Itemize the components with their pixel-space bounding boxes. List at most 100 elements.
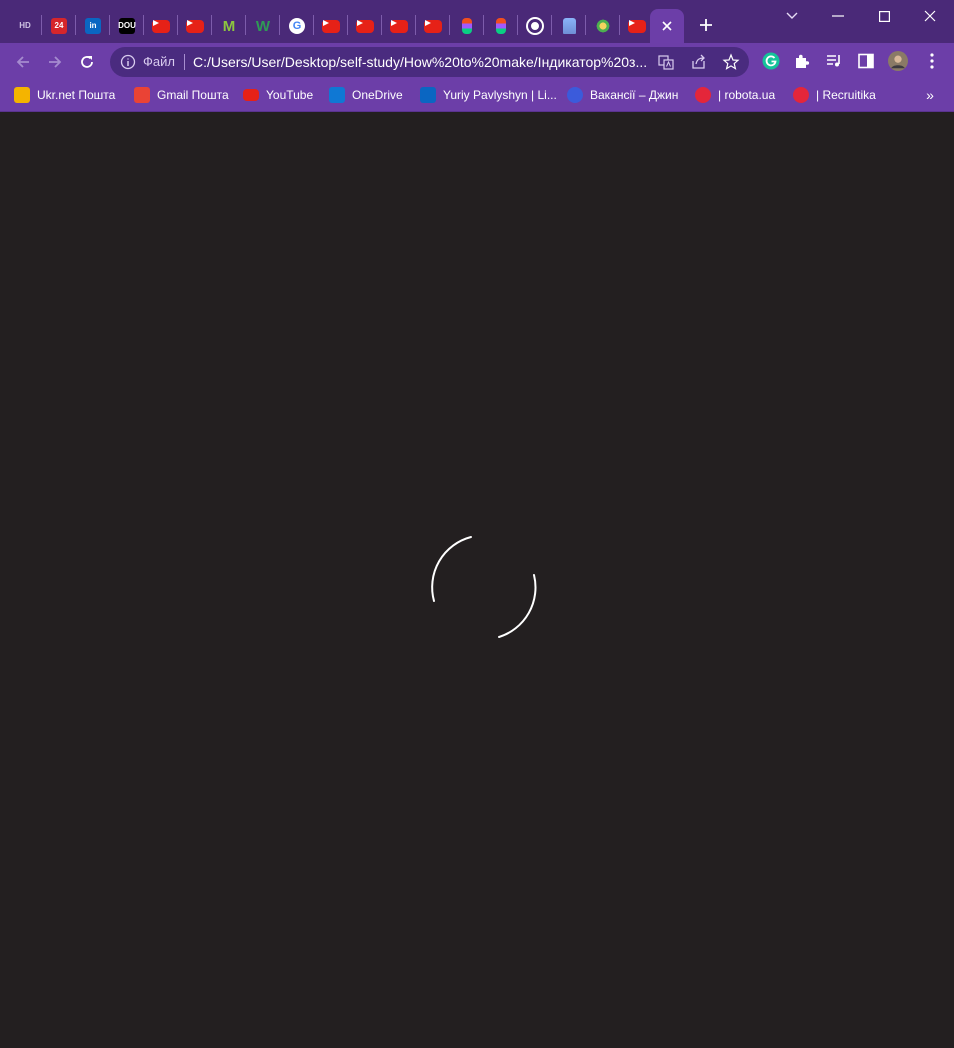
maximize-button[interactable] [869,4,899,28]
onedrive-icon [329,87,345,103]
minimize-icon [832,15,844,17]
translate-icon[interactable] [657,53,675,71]
bookmark-recruitika[interactable]: | Recruitika [793,85,876,105]
tab-4[interactable]: DOU [110,10,144,42]
linkedin-icon: in [85,18,101,34]
close-icon[interactable] [661,20,673,32]
avatar [888,51,908,71]
minimize-button[interactable] [823,4,853,28]
bookmark-robota[interactable]: | robota.ua [695,85,775,105]
tab-16[interactable] [518,10,552,42]
tab-11[interactable] [348,10,382,42]
bookmark-youtube[interactable]: YouTube [243,85,313,105]
active-tab[interactable] [650,9,684,43]
tab-8[interactable]: W [246,10,280,42]
bookmark-label: Yuriy Pavlyshyn | Li... [443,88,557,102]
bookmarks-overflow-button[interactable]: » [920,85,940,105]
news24-icon: 24 [51,18,67,34]
recruitika-icon [793,87,809,103]
tab-separator [381,15,382,35]
side-panel-button[interactable] [856,51,876,71]
media-controls-button[interactable] [824,51,844,71]
bookmark-label: Вакансії – Джин [590,88,679,102]
youtube-icon [186,19,204,33]
google-icon: G [289,18,305,34]
tab-2[interactable]: 24 [42,10,76,42]
tab-separator [109,15,110,35]
star-icon[interactable] [722,53,740,71]
back-button[interactable] [10,49,36,75]
puzzle-icon [796,54,810,68]
bookmark-label: Gmail Пошта [157,88,229,102]
tab-19[interactable] [620,10,654,42]
playlist-icon [827,55,840,67]
omnibox-divider [184,54,185,70]
dou-icon: DOU [118,18,136,34]
double-chevron-right-icon: » [926,87,934,103]
tab-search-button[interactable] [777,4,807,28]
tab-strip: HD 24 in DOU M W G [0,0,954,43]
emblem-icon [595,18,611,34]
hd-icon: HD [19,21,31,30]
tab-separator [41,15,42,35]
extensions-button[interactable] [792,51,812,71]
youtube-icon [356,19,374,33]
tab-separator [585,15,586,35]
info-icon[interactable] [120,54,136,70]
maximize-icon [878,10,890,22]
file-scheme-label: Файл [143,54,175,69]
bookmark-label: OneDrive [352,88,403,102]
tab-6[interactable] [178,10,212,42]
ukrnet-icon [14,87,30,103]
share-icon[interactable] [690,53,708,71]
arrow-left-icon [16,56,29,68]
forward-button[interactable] [42,49,68,75]
arrow-right-icon [49,56,62,68]
reload-button[interactable] [74,49,100,75]
profile-button[interactable] [888,51,908,71]
bookmark-onedrive[interactable]: OneDrive [329,85,403,105]
tab-5[interactable] [144,10,178,42]
youtube-icon [152,19,170,33]
tab-separator [211,15,212,35]
address-bar[interactable]: Файл C:/Users/User/Desktop/self-study/Ho… [110,47,749,77]
chevron-down-icon [786,12,798,19]
tab-9[interactable]: G [280,10,314,42]
tab-separator [347,15,348,35]
grammarly-extension[interactable] [761,51,781,71]
w-icon: W [255,17,271,35]
tab-13[interactable] [416,10,450,42]
bookmark-gmail[interactable]: Gmail Пошта [134,85,229,105]
youtube-icon [243,89,259,101]
tab-separator [551,15,552,35]
window-close-button[interactable] [915,4,945,28]
tab-7[interactable]: M [212,10,246,42]
menu-button[interactable] [922,51,942,71]
tab-15[interactable] [484,10,518,42]
tab-3[interactable]: in [76,10,110,42]
tab-14[interactable] [450,10,484,42]
globe-icon [528,19,542,33]
tab-1[interactable]: HD [8,10,42,42]
more-vert-icon [930,53,934,69]
pagoda-icon [562,18,576,34]
figma-icon [496,18,506,34]
url-text[interactable]: C:/Users/User/Desktop/self-study/How%20t… [193,54,648,70]
m-icon: M [222,17,236,35]
bookmark-djinni[interactable]: Вакансії – Джин [567,85,678,105]
new-tab-button[interactable] [695,14,717,36]
bookmark-label: YouTube [266,88,314,102]
bookmark-linkedin[interactable]: Yuriy Pavlyshyn | Li... [420,85,557,105]
tab-10[interactable] [314,10,348,42]
youtube-icon [390,19,408,33]
bookmarks-bar: Ukr.net Пошта Gmail Пошта YouTube OneDrive Y… [0,80,954,112]
browser-toolbar: Файл C:/Users/User/Desktop/self-study/Ho… [0,43,954,80]
youtube-icon [322,19,340,33]
bookmark-ukrnet[interactable]: Ukr.net Пошта [14,85,115,105]
tab-separator [415,15,416,35]
tab-17[interactable] [552,10,586,42]
tab-12[interactable] [382,10,416,42]
bookmark-label: Ukr.net Пошта [37,88,116,102]
tab-separator [313,15,314,35]
tab-18[interactable] [586,10,620,42]
